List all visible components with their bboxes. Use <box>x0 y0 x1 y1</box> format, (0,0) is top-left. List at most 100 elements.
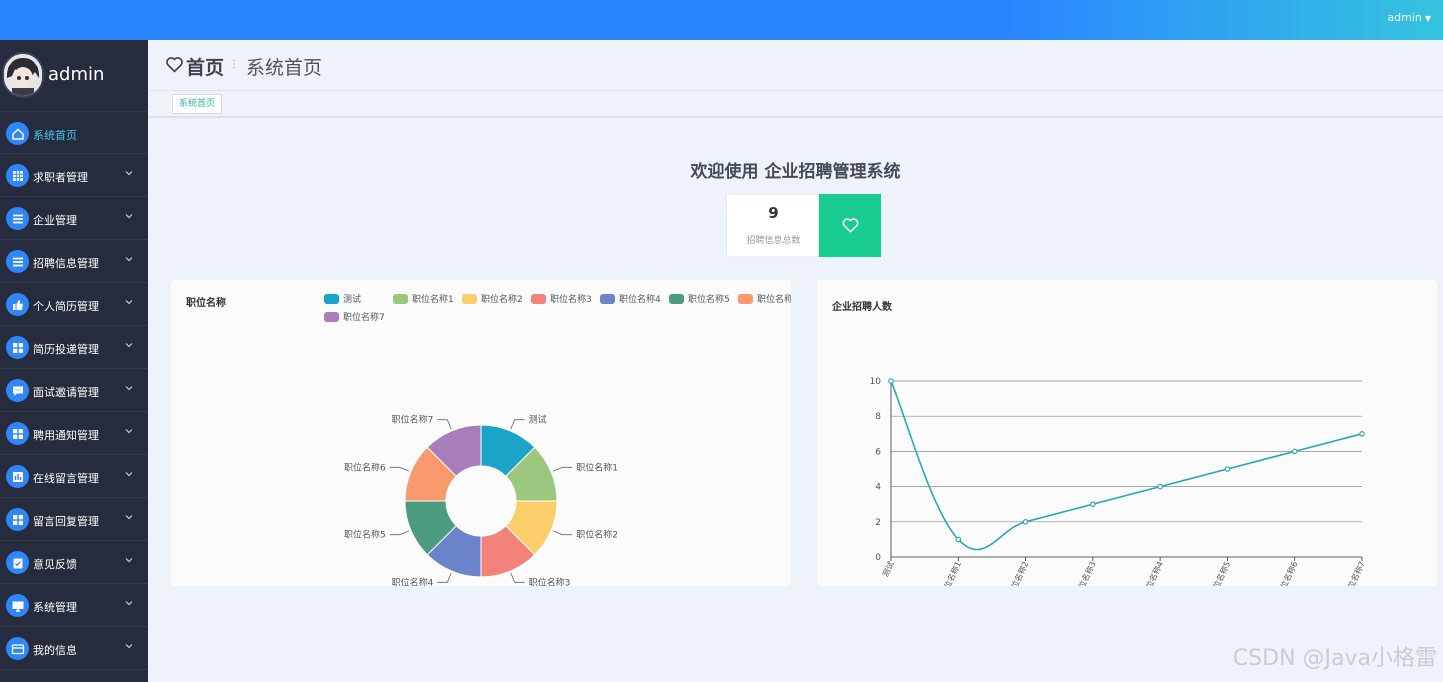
sidebar-item-label: 意见反馈 <box>33 558 77 571</box>
chevron-down-icon <box>125 558 133 563</box>
tab-home[interactable]: 系统首页 <box>172 94 223 114</box>
breadcrumb-separator: ⁝ <box>232 57 237 73</box>
home-icon <box>6 122 29 145</box>
x-tick-label: 职位名称3 <box>1073 560 1098 586</box>
legend-label: 职位名称4 <box>619 293 661 305</box>
apps-icon <box>6 508 29 531</box>
sidebar-item-home[interactable]: 系统首页 <box>0 112 148 154</box>
sidebar-item-resume-delivery[interactable]: 简历投递管理 <box>0 326 148 369</box>
clipboard-icon <box>6 551 29 574</box>
pie-label-line <box>510 572 525 583</box>
sidebar-item-hire-notice[interactable]: 聘用通知管理 <box>0 412 148 455</box>
pie-label: 职位名称3 <box>529 576 571 586</box>
pie-label-line <box>389 466 410 472</box>
sidebar-item-my-info[interactable]: 我的信息 <box>0 627 148 670</box>
sidebar-item-job-seeker[interactable]: 求职者管理 <box>0 154 148 197</box>
data-point[interactable] <box>1157 483 1163 490</box>
legend-swatch <box>669 294 684 304</box>
x-tick-label: 测试 <box>880 560 896 579</box>
legend-swatch <box>393 294 408 304</box>
data-point[interactable] <box>1090 501 1096 508</box>
pie-label: 职位名称6 <box>344 461 386 473</box>
chevron-down-icon <box>125 429 133 434</box>
x-tick-label: 职位名称1 <box>938 560 963 586</box>
legend-item[interactable]: 职位名称2 <box>462 293 523 305</box>
legend-label: 职位名称7 <box>343 311 385 323</box>
sidebar-item-recruitment-info[interactable]: 招聘信息管理 <box>0 240 148 283</box>
x-tick-label: 职位名称6 <box>1275 560 1300 586</box>
chevron-down-icon <box>125 644 133 649</box>
x-tick-label: 职位名称4 <box>1140 560 1165 586</box>
y-tick-label: 4 <box>875 483 881 493</box>
data-point[interactable] <box>955 536 962 543</box>
chevron-down-icon <box>125 386 133 391</box>
data-point[interactable] <box>1224 466 1231 472</box>
sidebar-item-label: 个人简历管理 <box>33 300 99 313</box>
sidebar-item-label: 招聘信息管理 <box>33 257 99 270</box>
pie-label: 职位名称4 <box>392 576 434 586</box>
main-content: 首页 ⁝ 系统首页 系统首页 欢迎使用 企业招聘管理系统 9 招聘信息总数 职位… <box>148 40 1443 682</box>
stat-heart-button[interactable] <box>819 194 881 257</box>
page-header: 首页 ⁝ 系统首页 <box>148 40 1443 91</box>
pie-label: 职位名称2 <box>576 529 618 541</box>
pie-label: 职位名称7 <box>392 414 434 426</box>
stat-value: 9 <box>768 204 779 222</box>
legend-item[interactable]: 职位名称6 <box>738 293 791 305</box>
legend-swatch <box>738 294 753 304</box>
sidebar-item-label: 系统管理 <box>33 601 77 614</box>
sidebar-item-message-reply[interactable]: 留言回复管理 <box>0 498 148 541</box>
x-tick-label: 职位名称5 <box>1208 560 1233 586</box>
welcome-heading: 欢迎使用 企业招聘管理系统 <box>690 162 901 182</box>
chevron-down-icon <box>125 343 133 348</box>
legend-item[interactable]: 职位名称5 <box>669 293 730 305</box>
apps-icon <box>6 336 29 359</box>
legend-item[interactable]: 职位名称1 <box>393 293 454 305</box>
data-point[interactable] <box>1022 519 1029 525</box>
data-point[interactable] <box>1291 448 1298 455</box>
legend-item[interactable]: 职位名称4 <box>600 293 661 305</box>
sidebar-menu: 系统首页 求职者管理 企业管理招聘信息管理 个人简历管理 简历投递管理面试邀请管理 聘用通… <box>0 112 148 670</box>
caret-down-icon: ▼ <box>1424 14 1431 23</box>
line-chart: 0 2 4 6 8 10 测试 职位名称1 职位名称2 职位名称3 职位名称4 职位名称5 职位名称6 职… <box>870 377 1367 586</box>
sidebar-item-system[interactable]: 系统管理 <box>0 584 148 627</box>
legend-item[interactable]: 职位名称3 <box>531 293 592 305</box>
user-menu[interactable]: admin ▼ <box>1387 11 1431 24</box>
y-tick-label: 8 <box>875 412 881 422</box>
legend-swatch <box>600 294 615 304</box>
user-name: admin <box>1387 11 1422 24</box>
data-point[interactable] <box>888 378 894 384</box>
pie-label-line <box>389 530 410 536</box>
pie-label-line <box>552 466 573 472</box>
monitor-icon <box>6 594 29 617</box>
sidebar-item-company[interactable]: 企业管理 <box>0 197 148 240</box>
sidebar-item-interview-invite[interactable]: 面试邀请管理 <box>0 369 148 412</box>
legend-swatch <box>531 294 546 304</box>
list-icon <box>6 250 29 273</box>
pie-label-line <box>437 572 452 583</box>
x-tick-label: 职位名称7 <box>1342 560 1367 586</box>
legend-swatch <box>324 312 339 322</box>
sidebar-profile: admin <box>0 40 148 112</box>
sidebar-item-resume[interactable]: 个人简历管理 <box>0 283 148 326</box>
sidebar-item-label: 留言回复管理 <box>33 515 99 528</box>
y-tick-label: 6 <box>875 447 881 457</box>
sidebar-item-feedback[interactable]: 意见反馈 <box>0 541 148 584</box>
top-bar: admin ▼ <box>0 0 1443 40</box>
legend-item[interactable]: 职位名称7 <box>324 311 385 323</box>
sidebar-item-online-message[interactable]: 在线留言管理 <box>0 455 148 498</box>
avatar[interactable] <box>2 52 44 98</box>
data-point[interactable] <box>1359 431 1365 437</box>
sidebar-item-label: 简历投递管理 <box>33 343 99 356</box>
x-tick-label: 职位名称2 <box>1006 560 1031 586</box>
sidebar: admin 系统首页 求职者管理 企业管理招聘信息管理 个人简历管理 简历投递管理面试邀… <box>0 40 148 682</box>
legend-label: 职位名称5 <box>688 293 730 305</box>
chevron-down-icon <box>125 171 133 176</box>
sidebar-item-label: 我的信息 <box>33 644 77 657</box>
pie-label: 测试 <box>529 414 547 426</box>
legend-label: 职位名称3 <box>550 293 592 305</box>
grid-icon <box>6 164 29 187</box>
message-icon <box>6 379 29 402</box>
pie-chart: 测试职位名称1职位名称2职位名称3职位名称4职位名称5职位名称6职位名称7测试职… <box>324 293 791 586</box>
heart-icon <box>842 218 858 233</box>
legend-item[interactable]: 测试 <box>324 293 361 305</box>
